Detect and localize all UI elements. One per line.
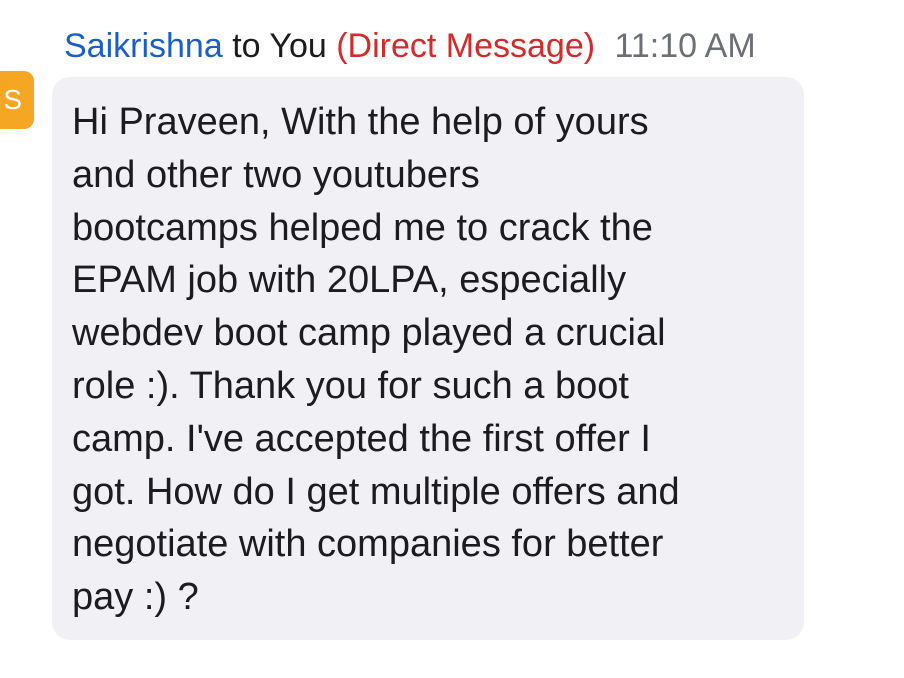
message-header: Saikrishna to You (Direct Message) 11:10… bbox=[64, 24, 756, 68]
sender-name[interactable]: Saikrishna bbox=[64, 27, 223, 65]
direct-message-tag: (Direct Message) bbox=[336, 27, 596, 65]
message-text: Hi Praveen, With the help of yours and o… bbox=[72, 101, 680, 619]
message-timestamp: 11:10 AM bbox=[614, 27, 756, 65]
recipient-label: to You bbox=[232, 27, 327, 65]
message-bubble[interactable]: Hi Praveen, With the help of yours and o… bbox=[52, 77, 804, 640]
avatar-initial: S bbox=[3, 84, 22, 115]
avatar[interactable]: S bbox=[0, 71, 34, 129]
